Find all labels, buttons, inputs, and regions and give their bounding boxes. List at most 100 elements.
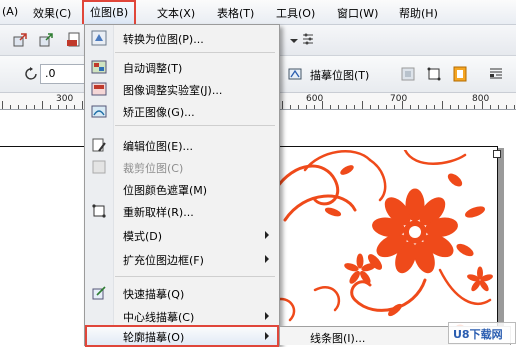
menu-separator bbox=[115, 125, 275, 126]
menu-item-label: 扩充位图边框(F) bbox=[123, 254, 204, 267]
menu-item-label: 重新取样(R)... bbox=[123, 206, 194, 219]
submenu-arrow-icon bbox=[265, 255, 269, 263]
menu-item-label: 位图颜色遮罩(M) bbox=[123, 184, 208, 197]
inflate-bitmap-item[interactable]: 扩充位图边框(F) bbox=[85, 248, 279, 270]
menu-table[interactable]: 表格(T) bbox=[217, 5, 254, 21]
ruler-tick bbox=[442, 101, 443, 109]
edit-bitmap-icon bbox=[91, 137, 107, 153]
ruler-tick bbox=[362, 101, 363, 109]
quick-trace-icon bbox=[91, 285, 107, 301]
ruler-label: 700 bbox=[390, 94, 408, 104]
ruler-tick bbox=[58, 105, 59, 109]
ruler-tick bbox=[370, 105, 371, 109]
menu-item-label: 轮廓描摹(O) bbox=[123, 331, 185, 344]
menu-item-label: 模式(D) bbox=[123, 230, 163, 243]
ruler-tick bbox=[450, 105, 451, 109]
ruler-tick bbox=[74, 105, 75, 109]
ruler-tick bbox=[298, 105, 299, 109]
quick-trace-item[interactable]: 快速描摹(Q) bbox=[85, 282, 279, 304]
ruler-tick bbox=[26, 105, 27, 109]
trace-bitmap-button[interactable]: 描摹位图(T) bbox=[288, 64, 388, 84]
ruler-tick bbox=[306, 105, 307, 109]
ruler-tick bbox=[482, 101, 483, 109]
ruler-tick bbox=[426, 105, 427, 109]
straighten-image-item[interactable]: 矫正图像(G)... bbox=[85, 100, 279, 122]
menu-arrange[interactable]: (A) bbox=[2, 5, 18, 18]
ruler-tick bbox=[466, 105, 467, 109]
menu-tools[interactable]: 工具(O) bbox=[276, 5, 315, 21]
ruler-tick bbox=[290, 105, 291, 109]
menu-window[interactable]: 窗口(W) bbox=[337, 5, 378, 21]
ruler-tick bbox=[434, 105, 435, 109]
resample-item[interactable]: 重新取样(R)... bbox=[85, 200, 279, 222]
wrap-text-icon[interactable] bbox=[488, 66, 504, 82]
ruler-label: 800 bbox=[472, 94, 490, 104]
ruler-tick bbox=[354, 105, 355, 109]
ruler-tick bbox=[386, 105, 387, 109]
menu-item-label: 编辑位图(E)... bbox=[123, 140, 194, 153]
options-icon[interactable] bbox=[300, 31, 316, 47]
ruler-tick bbox=[490, 105, 491, 109]
ruler-tick bbox=[410, 105, 411, 109]
menu-separator bbox=[115, 276, 275, 277]
floral-bitmap[interactable] bbox=[275, 150, 497, 344]
ruler-tick bbox=[2, 101, 3, 109]
watermark-text: U8下载网 bbox=[453, 328, 503, 341]
menu-help[interactable]: 帮助(H) bbox=[399, 5, 438, 21]
auto-adjust-item[interactable]: 自动调整(T) bbox=[85, 56, 279, 78]
submenu-arrow-icon bbox=[265, 332, 269, 340]
publish-pdf-icon[interactable] bbox=[66, 32, 82, 48]
convert-to-bitmap-item[interactable]: 转换为位图(P)... bbox=[85, 27, 279, 49]
import-icon[interactable] bbox=[12, 32, 28, 48]
image-adjustment-lab-item[interactable]: 图像调整实验室(J)... bbox=[85, 78, 279, 100]
submenu-arrow-icon bbox=[265, 231, 269, 239]
ruler-tick bbox=[282, 101, 283, 109]
centerline-trace-item[interactable]: 中心线描摹(C) bbox=[85, 305, 279, 327]
ruler-tick bbox=[82, 101, 83, 109]
bitmap-color-mask-item[interactable]: 位图颜色遮罩(M) bbox=[85, 178, 279, 200]
crop-bitmap-icon[interactable] bbox=[400, 66, 416, 82]
rotation-value: .0 bbox=[45, 67, 56, 80]
ruler-tick bbox=[346, 105, 347, 109]
edit-bitmap-item[interactable]: 编辑位图(E)... bbox=[85, 134, 279, 156]
ruler-tick bbox=[34, 105, 35, 109]
menu-item-label: 矫正图像(G)... bbox=[123, 106, 195, 119]
crop-bitmap-icon bbox=[91, 159, 107, 175]
convert-to-bitmap-icon bbox=[91, 30, 107, 46]
menu-item-label: 自动调整(T) bbox=[123, 62, 183, 75]
rotation-input[interactable]: .0 bbox=[40, 64, 88, 84]
menu-bitmaps[interactable]: 位图(B) bbox=[82, 0, 137, 24]
menu-item-label: 中心线描摹(C) bbox=[123, 311, 195, 324]
menu-item-label: 图像调整实验室(J)... bbox=[123, 84, 223, 97]
rotate-icon bbox=[24, 66, 40, 82]
ruler-tick bbox=[18, 105, 19, 109]
menu-text[interactable]: 文本(X) bbox=[157, 5, 195, 21]
straighten-image-icon bbox=[91, 103, 107, 119]
ruler-tick bbox=[50, 105, 51, 109]
site-watermark: U8下载网 bbox=[448, 322, 516, 344]
ruler-tick bbox=[514, 105, 515, 109]
ruler-tick bbox=[458, 105, 459, 109]
page-shadow bbox=[498, 148, 504, 344]
mode-item[interactable]: 模式(D) bbox=[85, 224, 279, 246]
submenu-arrow-icon bbox=[265, 312, 269, 320]
export-icon[interactable] bbox=[38, 32, 54, 48]
image-adjustment-lab-icon bbox=[91, 81, 107, 97]
trace-bitmap-icon bbox=[288, 66, 304, 82]
resample-icon bbox=[91, 203, 107, 219]
resample-icon[interactable] bbox=[426, 66, 442, 82]
menu-item-label: 裁剪位图(C) bbox=[123, 162, 184, 175]
ruler-tick bbox=[418, 105, 419, 109]
menu-effects[interactable]: 效果(C) bbox=[33, 5, 71, 21]
ruler-tick bbox=[10, 105, 11, 109]
menu-item-label: 快速描摹(Q) bbox=[123, 288, 185, 301]
auto-adjust-icon bbox=[91, 59, 107, 75]
trace-bitmap-label: 描摹位图(T) bbox=[310, 69, 370, 82]
menu-separator bbox=[115, 52, 275, 53]
menu-bar: (A) 效果(C) 位图(B) 文本(X) 表格(T) 工具(O) 窗口(W) … bbox=[0, 0, 516, 25]
ruler-tick bbox=[474, 105, 475, 109]
ruler-tick bbox=[498, 105, 499, 109]
ruler-tick bbox=[322, 101, 323, 109]
ruler-tick bbox=[330, 105, 331, 109]
bitmap-border-icon[interactable] bbox=[452, 66, 468, 82]
